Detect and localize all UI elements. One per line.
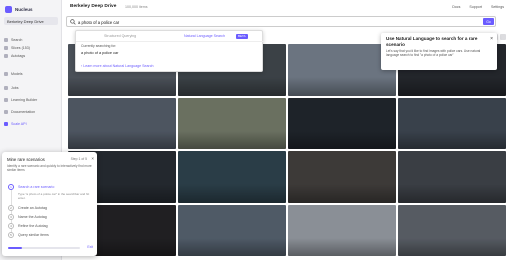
beta-badge: BETA bbox=[236, 34, 248, 39]
search-mode-dropdown: Structured Querying Natural Language Sea… bbox=[75, 30, 264, 72]
builder-icon bbox=[4, 97, 8, 102]
searching-for-label: Currently searching for: bbox=[81, 44, 117, 48]
image-tile[interactable] bbox=[178, 151, 286, 203]
image-tile[interactable] bbox=[288, 97, 396, 149]
step-2[interactable]: 2 Create an Autotag bbox=[8, 205, 47, 211]
step-number: 4 bbox=[8, 223, 14, 229]
top-links: Docs Support Settings bbox=[452, 5, 504, 9]
sidebar-item-documentation[interactable]: Documentation bbox=[4, 108, 59, 115]
step-label: Refine the Autotag bbox=[18, 224, 48, 228]
step-description: Type "a photo of a police car" in the se… bbox=[18, 192, 90, 200]
step-3[interactable]: 3 Name the Autotag bbox=[8, 214, 47, 220]
sidebar-item-label: Documentation bbox=[11, 109, 36, 114]
search-icon bbox=[70, 19, 76, 25]
tag-icon bbox=[4, 53, 8, 58]
item-count: 100,000 items bbox=[125, 5, 148, 9]
step-number: 3 bbox=[8, 214, 14, 220]
step-number: 2 bbox=[8, 205, 14, 211]
sidebar-item-scale-api[interactable]: Scale API bbox=[4, 120, 59, 127]
close-icon[interactable]: × bbox=[91, 156, 94, 161]
search-icon bbox=[4, 37, 8, 42]
jobs-icon bbox=[4, 85, 8, 90]
sidebar-item-autotags[interactable]: Autotags bbox=[4, 52, 59, 59]
step-4[interactable]: 4 Refine the Autotag bbox=[8, 223, 48, 229]
model-icon bbox=[4, 71, 8, 76]
logo-icon bbox=[5, 5, 12, 13]
api-icon bbox=[4, 121, 8, 126]
image-tile[interactable] bbox=[398, 97, 506, 149]
learn-more-link[interactable]: › Learn more about Natural Language Sear… bbox=[81, 64, 154, 68]
brand[interactable]: Nucleus bbox=[5, 4, 33, 14]
sidebar-item-label: Models bbox=[11, 71, 23, 76]
image-tile[interactable] bbox=[288, 44, 396, 96]
learn-more-label: Learn more about Natural Language Search bbox=[83, 64, 154, 68]
tooltip-title: Use Natural Language to search for a rar… bbox=[386, 36, 478, 47]
panel-intro: Identify a rare scenario and quickly to … bbox=[7, 164, 92, 172]
step-5[interactable]: 5 Query similar items bbox=[8, 232, 49, 238]
support-link[interactable]: Support bbox=[469, 5, 482, 9]
tab-structured-querying[interactable]: Structured Querying bbox=[104, 34, 136, 38]
close-icon[interactable]: × bbox=[490, 36, 493, 42]
image-tile[interactable] bbox=[178, 204, 286, 256]
image-tile[interactable] bbox=[68, 97, 176, 149]
step-label: Name the Autotag bbox=[18, 215, 47, 219]
sidebar-item-label: Autotags bbox=[11, 53, 26, 58]
step-1[interactable]: 1 Search a rare scenario bbox=[8, 184, 54, 190]
dataset-selector[interactable]: Berkeley Deep Drive bbox=[4, 17, 58, 25]
progress-bar bbox=[8, 247, 80, 249]
sidebar-item-label: Scale API bbox=[11, 121, 27, 126]
sidebar-item-label: Slices (153) bbox=[11, 45, 30, 50]
image-tile[interactable] bbox=[288, 204, 396, 256]
list-view-icon[interactable] bbox=[500, 34, 506, 40]
doc-icon bbox=[4, 109, 8, 114]
sidebar-item-label: Jobs bbox=[11, 85, 19, 90]
step-label: Create an Autotag bbox=[18, 206, 47, 210]
settings-link[interactable]: Settings bbox=[491, 5, 504, 9]
guide-tooltip: Use Natural Language to search for a rar… bbox=[381, 33, 497, 70]
image-grid bbox=[68, 44, 506, 256]
sidebar-item-label: Learning Builder bbox=[11, 97, 38, 102]
step-label: Search a rare scenario bbox=[18, 185, 55, 189]
exit-button[interactable]: Exit bbox=[87, 245, 93, 249]
page-title: Berkeley Deep Drive bbox=[70, 4, 117, 9]
tooltip-body: Let's say that you'd like to find images… bbox=[386, 49, 481, 58]
search-bar: Go bbox=[66, 16, 496, 27]
panel-title: Mine rare scenarios bbox=[7, 157, 45, 162]
image-tile[interactable] bbox=[398, 151, 506, 203]
image-tile[interactable] bbox=[288, 151, 396, 203]
progress-fill bbox=[8, 247, 23, 249]
sidebar-item-jobs[interactable]: Jobs bbox=[4, 84, 59, 91]
sidebar-item-learning-builder[interactable]: Learning Builder bbox=[4, 96, 59, 103]
top-bar: Berkeley Deep Drive 100,000 items Docs S… bbox=[62, 0, 512, 14]
image-tile[interactable] bbox=[178, 97, 286, 149]
sidebar-item-label: Search bbox=[11, 37, 23, 42]
image-tile[interactable] bbox=[398, 204, 506, 256]
sidebar-item-search[interactable]: Search bbox=[4, 36, 59, 43]
search-button[interactable]: Go bbox=[483, 18, 494, 25]
tab-natural-language-search[interactable]: Natural Language Search bbox=[184, 34, 225, 38]
slice-icon bbox=[4, 45, 8, 50]
step-number: 5 bbox=[8, 232, 14, 238]
sidebar-item-models[interactable]: Models bbox=[4, 70, 59, 77]
docs-link[interactable]: Docs bbox=[452, 5, 460, 9]
searching-for-value: a photo of a police car bbox=[81, 51, 119, 55]
divider bbox=[76, 41, 264, 42]
brand-name: Nucleus bbox=[15, 6, 33, 12]
step-counter: Step 1 of 5 bbox=[70, 157, 87, 161]
scenario-guide-panel: Mine rare scenarios Step 1 of 5 × Identi… bbox=[2, 152, 97, 256]
sidebar-item-slices[interactable]: Slices (153) bbox=[4, 44, 59, 51]
search-mode-tabs: Structured Querying Natural Language Sea… bbox=[76, 34, 264, 40]
search-input[interactable] bbox=[78, 18, 473, 26]
step-label: Query similar items bbox=[18, 233, 49, 237]
step-number: 1 bbox=[8, 184, 14, 190]
